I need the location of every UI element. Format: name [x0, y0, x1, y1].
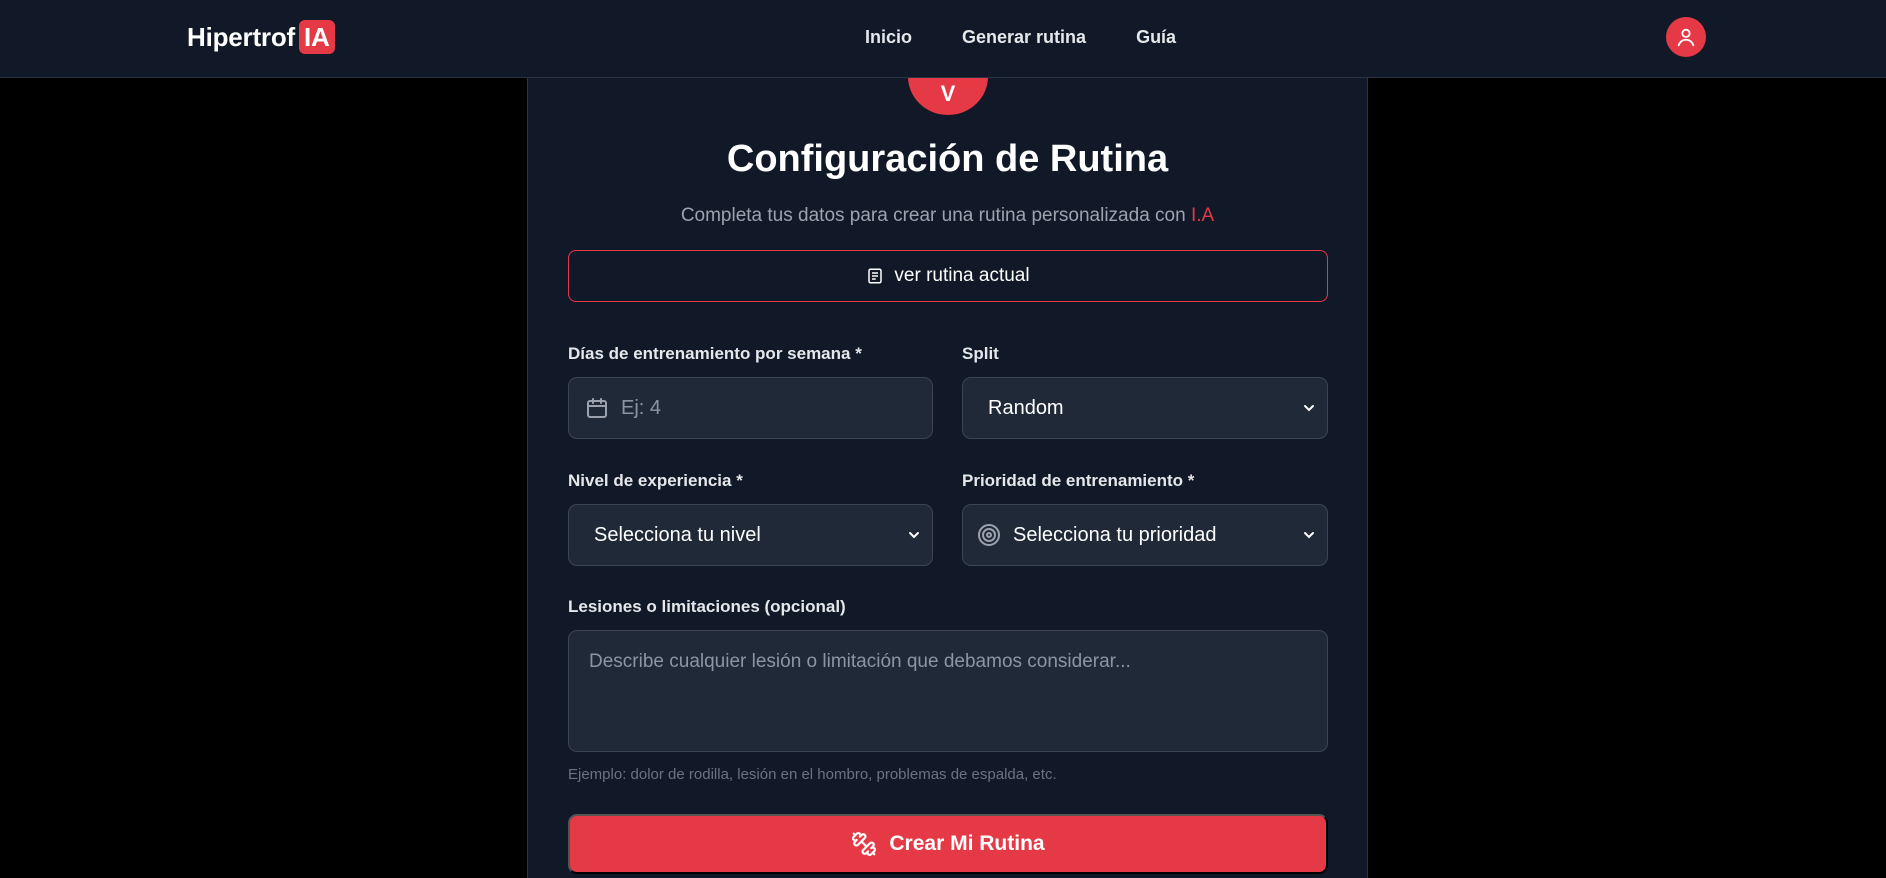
days-placeholder: Ej: 4 [621, 396, 662, 419]
days-input[interactable]: Ej: 4 [568, 377, 933, 439]
split-select[interactable]: Random [962, 377, 1328, 439]
brand-logo[interactable]: Hipertrof IA [187, 20, 335, 54]
priority-select[interactable]: Selecciona tu prioridad [962, 504, 1328, 566]
calendar-icon [587, 398, 607, 418]
list-icon [868, 268, 883, 284]
injuries-textarea[interactable]: Describe cualquier lesión o limitación q… [568, 630, 1328, 752]
brand-name: Hipertrof [187, 21, 295, 52]
nav-generar-rutina[interactable]: Generar rutina [962, 27, 1086, 48]
chevron-down-icon [909, 532, 919, 539]
nav-inicio[interactable]: Inicio [865, 27, 912, 48]
routine-config-card: V Configuración de Rutina Completa tus d… [527, 38, 1368, 878]
dumbbell-icon [852, 832, 877, 856]
page-title: Configuración de Rutina [726, 138, 1169, 180]
nav-guia[interactable]: Guía [1136, 27, 1176, 48]
view-current-routine-label: ver rutina actual [894, 265, 1030, 286]
create-routine-button[interactable]: Crear Mi Rutina [568, 814, 1328, 874]
subtitle-accent: I.A [1190, 205, 1215, 226]
navbar: Hipertrof IA Inicio Generar rutina Guía [0, 0, 1886, 78]
level-select[interactable]: Selecciona tu nivel [568, 504, 933, 566]
injuries-hint: Ejemplo: dolor de rodilla, lesión en el … [568, 766, 1057, 783]
page-subtitle: Completa tus datos para crear una rutina… [680, 205, 1215, 226]
user-avatar-button[interactable] [1666, 17, 1706, 57]
days-label: Días de entrenamiento por semana * [568, 344, 862, 363]
main-nav: Inicio Generar rutina Guía [865, 27, 1176, 48]
split-label: Split [962, 344, 999, 363]
chevron-down-icon [1304, 532, 1314, 539]
split-value: Random [988, 396, 1064, 419]
chevron-down-icon [1304, 405, 1314, 412]
level-value: Selecciona tu nivel [594, 523, 761, 546]
level-label: Nivel de experiencia * [568, 471, 743, 490]
brand-suffix: IA [298, 20, 335, 54]
target-icon [978, 524, 1000, 546]
create-routine-label: Crear Mi Rutina [889, 832, 1045, 855]
view-current-routine-button[interactable]: ver rutina actual [568, 250, 1328, 302]
user-icon [1677, 28, 1695, 47]
injuries-label: Lesiones o limitaciones (opcional) [568, 597, 846, 616]
priority-label: Prioridad de entrenamiento * [962, 471, 1195, 490]
priority-value: Selecciona tu prioridad [1013, 523, 1217, 546]
